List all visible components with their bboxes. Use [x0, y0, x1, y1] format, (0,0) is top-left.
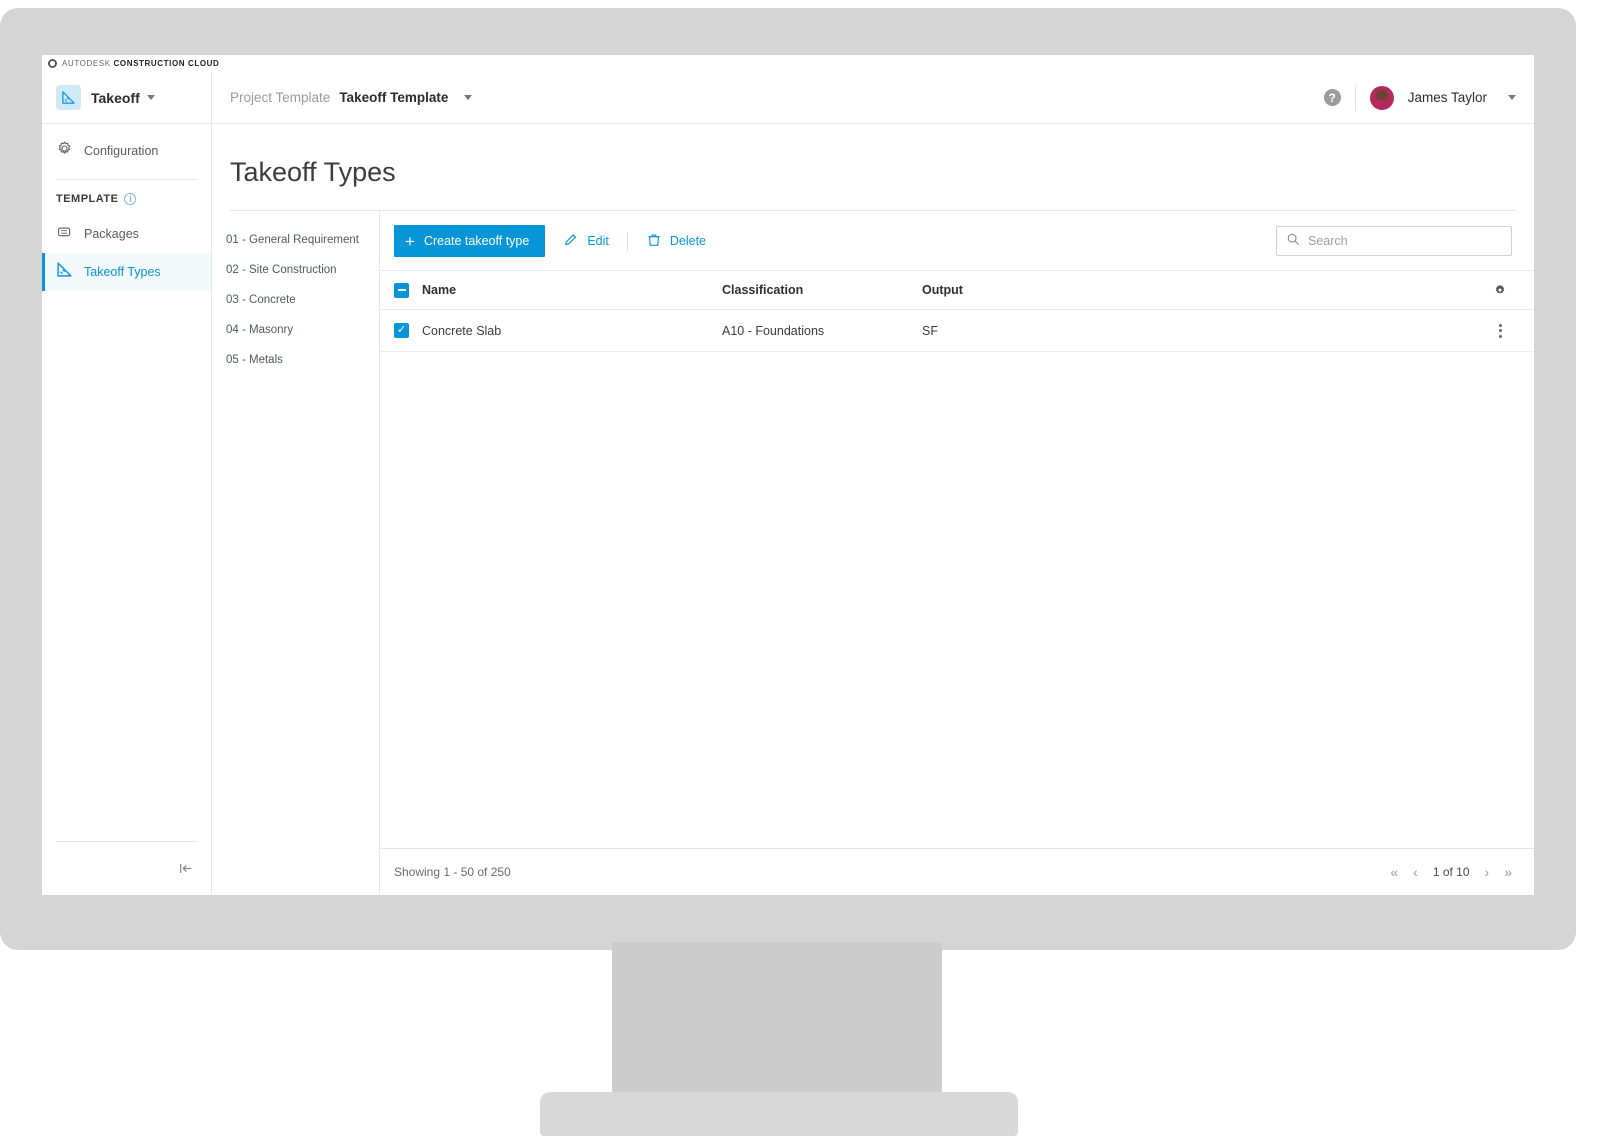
column-header-name[interactable]: Name	[422, 283, 722, 297]
check-icon: ✓	[396, 324, 407, 336]
sidebar-item-takeoff-types[interactable]: Takeoff Types	[42, 253, 211, 291]
sidebar-item-label: Packages	[84, 227, 139, 241]
avatar[interactable]	[1369, 85, 1394, 110]
select-all-checkbox-cell	[394, 282, 422, 298]
table-header: Name Classification Output	[380, 270, 1534, 310]
sidebar-item-label: Configuration	[84, 144, 159, 158]
showing-count: Showing 1 - 50 of 250	[394, 864, 511, 879]
monitor-stand-base	[540, 1092, 1018, 1136]
breadcrumb-chevron-down-icon[interactable]	[464, 95, 473, 100]
create-button-label: Create takeoff type	[423, 234, 530, 248]
application-screen: AUTODESK CONSTRUCTION CLOUD Takeoff Proj…	[42, 55, 1534, 895]
breadcrumb-template[interactable]: Takeoff Template	[339, 90, 448, 105]
help-circle-icon[interactable]: ?	[1323, 89, 1341, 106]
category-list: 01 - General Requirement 02 - Site Const…	[212, 211, 380, 894]
takeoff-ruler-icon	[56, 85, 81, 110]
kebab-menu-icon[interactable]	[1495, 320, 1506, 342]
first-page-button[interactable]: «	[1390, 865, 1398, 879]
chevron-down-icon	[146, 95, 155, 100]
page-indicator: 1 of 10	[1432, 864, 1470, 879]
delete-button-label: Delete	[669, 234, 707, 248]
takeoff-ruler-icon	[56, 261, 73, 283]
column-header-output[interactable]: Output	[922, 283, 1488, 297]
sidebar: Configuration TEMPLATE i Packages Takeof…	[42, 124, 212, 894]
sidebar-item-packages[interactable]: Packages	[42, 215, 211, 253]
previous-page-button[interactable]: ‹	[1413, 865, 1418, 879]
autodesk-brand-bar: AUTODESK CONSTRUCTION CLOUD	[42, 55, 1534, 72]
app-body: Configuration TEMPLATE i Packages Takeof…	[42, 124, 1534, 894]
top-bar: Takeoff Project Template Takeoff Templat…	[42, 72, 1534, 124]
product-name: Takeoff	[91, 89, 140, 106]
table-empty-area	[380, 352, 1534, 848]
breadcrumb-project[interactable]: Project Template	[230, 90, 330, 105]
breadcrumb: Project Template Takeoff Template	[212, 90, 1324, 105]
search-icon	[1286, 232, 1300, 251]
search-input[interactable]	[1308, 234, 1502, 248]
gear-icon	[56, 140, 73, 162]
page-title: Takeoff Types	[230, 157, 396, 187]
row-checkbox[interactable]: ✓	[394, 323, 409, 338]
main-content: Takeoff Types 01 - General Requirement 0…	[212, 124, 1534, 894]
sidebar-item-configuration[interactable]: Configuration	[42, 132, 211, 170]
brand-suffix: CONSTRUCTION CLOUD	[113, 59, 220, 68]
category-item[interactable]: 03 - Concrete	[212, 285, 379, 315]
brand-text: AUTODESK CONSTRUCTION CLOUD	[62, 59, 219, 68]
category-item[interactable]: 01 - General Requirement	[212, 225, 379, 255]
content-split: 01 - General Requirement 02 - Site Const…	[212, 211, 1534, 894]
create-takeoff-type-button[interactable]: + Create takeoff type	[394, 225, 546, 257]
monitor-stand-neck	[612, 942, 942, 1102]
sidebar-divider	[56, 179, 197, 180]
next-page-button[interactable]: ›	[1485, 865, 1490, 879]
last-page-button[interactable]: »	[1504, 865, 1512, 879]
select-all-checkbox[interactable]	[394, 282, 409, 298]
pencil-icon	[563, 232, 579, 251]
delete-button[interactable]: Delete	[642, 232, 710, 251]
collapse-panel-icon	[179, 863, 192, 873]
divider	[1354, 84, 1356, 111]
column-header-classification[interactable]: Classification	[722, 283, 922, 297]
info-icon[interactable]: i	[124, 193, 137, 205]
sidebar-collapse-button[interactable]	[42, 842, 211, 894]
search-box[interactable]	[1276, 226, 1512, 256]
sidebar-item-label: Takeoff Types	[84, 265, 161, 279]
table-toolbar: + Create takeoff type Edit Delete Search	[380, 211, 1534, 270]
user-menu-chevron-down-icon[interactable]	[1508, 95, 1516, 100]
cell-output: SF	[922, 323, 938, 338]
sidebar-section-label: TEMPLATE	[56, 193, 119, 205]
autodesk-logo-icon	[48, 59, 57, 68]
trash-icon	[646, 232, 662, 251]
sidebar-section-template: TEMPLATE i	[42, 189, 211, 215]
table-settings-button[interactable]	[1488, 283, 1512, 297]
indeterminate-dash-icon	[397, 289, 406, 291]
table-panel: + Create takeoff type Edit Delete Search…	[380, 211, 1534, 894]
cell-classification: A10 - Foundations	[722, 323, 825, 338]
cell-name: Concrete Slab	[422, 323, 502, 338]
gear-icon	[1495, 284, 1505, 294]
pagination: « ‹ 1 of 10 › »	[1390, 865, 1512, 879]
row-checkbox-cell: ✓	[394, 323, 422, 338]
product-switcher[interactable]: Takeoff	[42, 72, 212, 123]
category-item[interactable]: 02 - Site Construction	[212, 255, 379, 285]
edit-button[interactable]: Edit	[559, 232, 613, 251]
packages-icon	[56, 223, 73, 245]
category-item[interactable]: 04 - Masonry	[212, 315, 379, 345]
category-item[interactable]: 05 - Metals	[212, 345, 379, 375]
brand-prefix: AUTODESK	[62, 59, 111, 68]
toolbar-divider	[626, 231, 628, 251]
monitor-scene: AUTODESK CONSTRUCTION CLOUD Takeoff Proj…	[0, 0, 1600, 1136]
top-bar-right: ? James Taylor	[1323, 84, 1534, 111]
table-footer: Showing 1 - 50 of 250 « ‹ 1 of 10 › »	[380, 848, 1534, 894]
table-row[interactable]: ✓ Concrete Slab A10 - Foundations SF	[380, 310, 1534, 352]
edit-button-label: Edit	[587, 234, 609, 248]
row-actions[interactable]	[1488, 320, 1512, 342]
plus-icon: +	[405, 231, 415, 251]
user-name[interactable]: James Taylor	[1408, 90, 1487, 105]
